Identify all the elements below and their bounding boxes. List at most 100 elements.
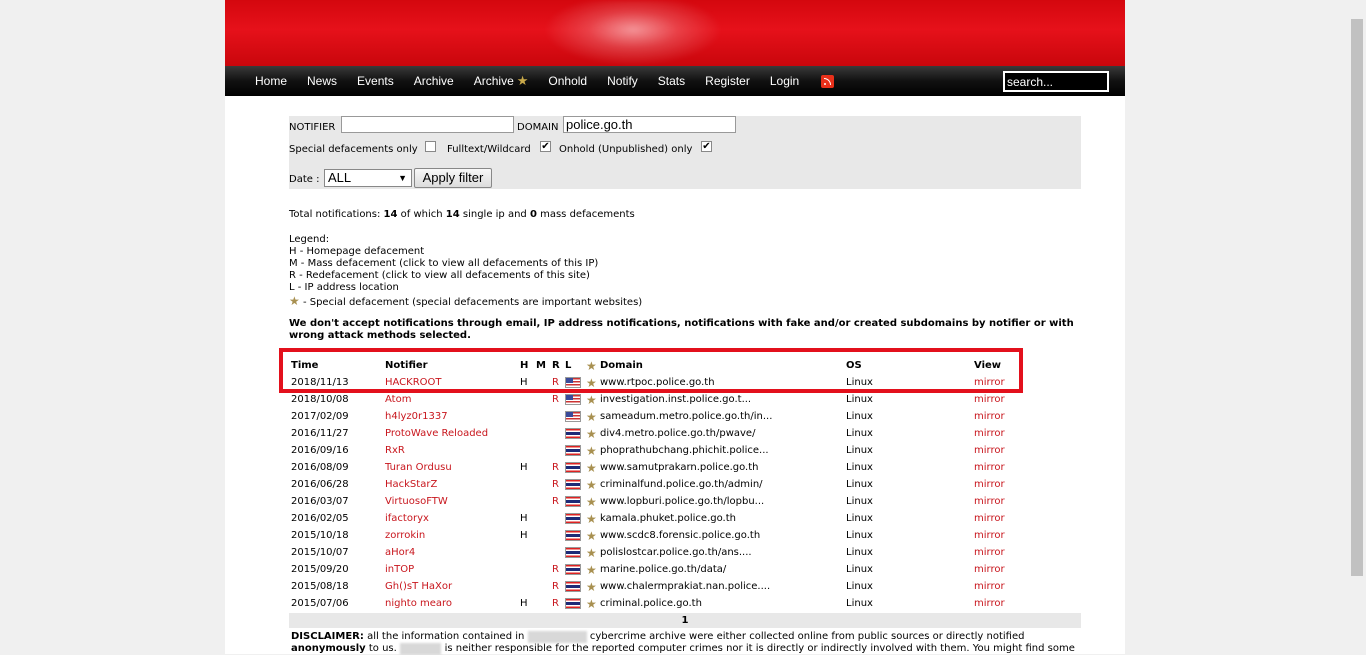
nav-login[interactable]: Login — [770, 74, 799, 88]
star-icon: ★ — [586, 460, 597, 475]
scrollbar-thumb[interactable] — [1351, 19, 1363, 576]
row-mirror-link[interactable]: mirror — [974, 510, 1018, 527]
row-mass-flag[interactable] — [536, 510, 552, 527]
nav-events[interactable]: Events — [357, 74, 394, 88]
row-redeface-link[interactable] — [552, 510, 565, 527]
star-icon: ★ — [289, 294, 300, 308]
row-os: Linux — [846, 428, 873, 439]
notifier-input[interactable] — [341, 116, 514, 133]
row-redeface-link[interactable] — [552, 408, 565, 425]
row-notifier-link[interactable]: Atom — [385, 391, 520, 408]
row-location — [565, 476, 586, 493]
row-mirror-link[interactable]: mirror — [974, 391, 1018, 408]
row-mass-flag[interactable] — [536, 408, 552, 425]
row-notifier-link[interactable]: VirtuosoFTW — [385, 493, 520, 510]
row-notifier-link[interactable]: nighto mearo — [385, 595, 520, 612]
row-homepage-flag — [520, 408, 536, 425]
row-redeface-link[interactable] — [552, 527, 565, 544]
row-redeface-link[interactable]: R — [552, 578, 565, 595]
country-flag-icon — [565, 563, 581, 575]
nav-home[interactable]: Home — [255, 74, 287, 88]
star-icon: ★ — [586, 477, 597, 492]
row-mass-flag[interactable] — [536, 578, 552, 595]
row-notifier-link[interactable]: inTOP — [385, 561, 520, 578]
row-mirror-link[interactable]: mirror — [974, 527, 1018, 544]
row-notifier-link[interactable]: RxR — [385, 442, 520, 459]
row-mirror-link[interactable]: mirror — [974, 544, 1018, 561]
row-location — [565, 442, 586, 459]
nav-notify[interactable]: Notify — [607, 74, 638, 88]
star-icon: ★ — [586, 562, 597, 577]
row-redeface-link[interactable] — [552, 442, 565, 459]
row-mirror-link[interactable]: mirror — [974, 459, 1018, 476]
country-flag-icon — [565, 478, 581, 490]
row-mass-flag[interactable] — [536, 425, 552, 442]
row-redeface-link[interactable]: R — [552, 595, 565, 612]
nav-register[interactable]: Register — [705, 74, 750, 88]
blurred-logo[interactable] — [543, 0, 723, 66]
row-location — [565, 408, 586, 425]
row-redeface-link[interactable]: R — [552, 561, 565, 578]
summary: Total notifications: 14 of which 14 sing… — [289, 209, 635, 220]
special-label: Special defacements only — [289, 144, 418, 155]
row-homepage-flag — [520, 544, 536, 561]
row-redeface-link[interactable] — [552, 544, 565, 561]
country-flag-icon — [565, 444, 581, 456]
domain-input[interactable] — [563, 116, 736, 133]
row-redeface-link[interactable]: R — [552, 459, 565, 476]
row-mass-flag[interactable] — [536, 527, 552, 544]
row-mass-flag[interactable] — [536, 476, 552, 493]
row-mirror-link[interactable]: mirror — [974, 476, 1018, 493]
row-mirror-link[interactable]: mirror — [974, 442, 1018, 459]
nav-onhold[interactable]: Onhold — [548, 74, 587, 88]
page-link-1[interactable]: 1 — [682, 615, 689, 626]
nav-stats[interactable]: Stats — [658, 74, 685, 88]
row-os: Linux — [846, 462, 873, 473]
table-row: 2015/10/18 zorrokin H ★ www.scdc8.forensic.p… — [289, 527, 1018, 544]
row-notifier-link[interactable]: Turan Ordusu — [385, 459, 520, 476]
row-mass-flag[interactable] — [536, 391, 552, 408]
row-notifier-link[interactable]: aHor4 — [385, 544, 520, 561]
row-redeface-link[interactable]: R — [552, 391, 565, 408]
row-time: 2015/08/18 — [291, 581, 349, 592]
row-os: Linux — [846, 496, 873, 507]
row-notifier-link[interactable]: h4lyz0r1337 — [385, 408, 520, 425]
row-redeface-link[interactable]: R — [552, 493, 565, 510]
row-notifier-link[interactable]: ifactoryx — [385, 510, 520, 527]
legend-title: Legend: — [289, 234, 330, 245]
row-notifier-link[interactable]: Gh()sT HaXor — [385, 578, 520, 595]
row-notifier-link[interactable]: ProtoWave Reloaded — [385, 425, 520, 442]
nav-archive-special[interactable]: Archive ★ — [474, 73, 529, 89]
row-mirror-link[interactable]: mirror — [974, 425, 1018, 442]
row-mass-flag[interactable] — [536, 459, 552, 476]
row-mass-flag[interactable] — [536, 493, 552, 510]
row-special: ★ — [586, 425, 600, 442]
filter-form: NOTIFIER DOMAIN Special defacements only… — [289, 116, 1081, 189]
row-os: Linux — [846, 581, 873, 592]
row-mass-flag[interactable] — [536, 561, 552, 578]
apply-filter-button[interactable]: Apply filter — [414, 168, 492, 188]
row-mirror-link[interactable]: mirror — [974, 578, 1018, 595]
row-mass-flag[interactable] — [536, 442, 552, 459]
row-domain: investigation.inst.police.go.t... — [600, 394, 752, 405]
row-mass-flag[interactable] — [536, 544, 552, 561]
row-redeface-link[interactable] — [552, 425, 565, 442]
row-time: 2016/09/16 — [291, 445, 349, 456]
row-notifier-link[interactable]: zorrokin — [385, 527, 520, 544]
row-notifier-link[interactable]: HackStarZ — [385, 476, 520, 493]
row-domain: phoprathubchang.phichit.police... — [600, 445, 769, 456]
row-mass-flag[interactable] — [536, 595, 552, 612]
row-redeface-link[interactable]: R — [552, 476, 565, 493]
date-select[interactable]: ALL ▼ — [324, 169, 412, 187]
special-checkbox[interactable] — [425, 141, 436, 152]
row-mirror-link[interactable]: mirror — [974, 561, 1018, 578]
nav-news[interactable]: News — [307, 74, 337, 88]
row-mirror-link[interactable]: mirror — [974, 595, 1018, 612]
nav-rss[interactable] — [819, 74, 835, 88]
onhold-checkbox[interactable]: ✔ — [701, 141, 712, 152]
nav-archive[interactable]: Archive — [414, 74, 454, 88]
row-mirror-link[interactable]: mirror — [974, 408, 1018, 425]
fulltext-checkbox[interactable]: ✔ — [540, 141, 551, 152]
row-mirror-link[interactable]: mirror — [974, 493, 1018, 510]
search-input[interactable] — [1003, 71, 1109, 92]
